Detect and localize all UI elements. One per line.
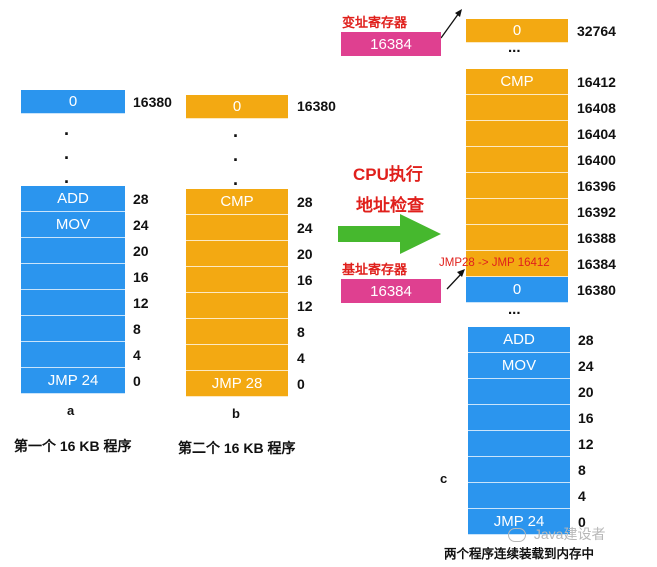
watermark: Java建设者 bbox=[508, 524, 605, 544]
memory-c-upper-address: 16392 bbox=[577, 204, 616, 220]
memory-c-lower-address-label: 28 bbox=[578, 332, 594, 348]
memory-c-lower-memory-cell bbox=[468, 483, 570, 509]
memory-c-upper-address: 16400 bbox=[577, 152, 616, 168]
memory-c-lower-address-label: 12 bbox=[578, 436, 594, 452]
base-register-value: 16384 bbox=[341, 279, 441, 303]
memory-c-upper-cell bbox=[466, 199, 568, 225]
base-arrowhead-icon bbox=[457, 269, 465, 277]
memory-c-upper-address: 16396 bbox=[577, 178, 616, 194]
memory-c-upper-address: 16404 bbox=[577, 126, 616, 142]
base-arrow-icon bbox=[446, 272, 463, 290]
limit-register-value: 16384 bbox=[341, 32, 441, 56]
base-register-label: 基址寄存器 bbox=[342, 262, 408, 277]
memory-c-upper-address: 16388 bbox=[577, 230, 616, 246]
memory-c-upper-cell bbox=[466, 95, 568, 121]
green-arrow-icon bbox=[338, 214, 441, 254]
limit-register-label: 变址寄存器 bbox=[342, 15, 408, 30]
wechat-icon bbox=[508, 528, 526, 543]
memory-c-upper-cell: CMP bbox=[466, 69, 568, 95]
memory-c-upper-cell bbox=[466, 121, 568, 147]
memory-c-lower-memory-cell: MOV bbox=[468, 353, 570, 379]
watermark-text: Java建设者 bbox=[533, 526, 606, 542]
memory-c-upper-address: 16380 bbox=[577, 282, 616, 298]
memory-c-lower-memory-cell bbox=[468, 431, 570, 457]
memory-c-lower-memory-cell bbox=[468, 379, 570, 405]
memory-c-upper-address: 16412 bbox=[577, 74, 616, 90]
memory-c-ellipsis: ... bbox=[508, 39, 521, 56]
memory-c-lower-memory-cell: ADD bbox=[468, 327, 570, 353]
memory-c-lower-memory-cell bbox=[468, 405, 570, 431]
limit-arrowhead-icon bbox=[455, 9, 462, 17]
memory-c-lower-address-label: 16 bbox=[578, 410, 594, 426]
memory-c-upper-address: 16384 bbox=[577, 256, 616, 272]
memory-c-top-address: 32764 bbox=[577, 23, 616, 39]
memory-c-lower-address-label: 8 bbox=[578, 462, 586, 478]
memory-c-upper-address: 16408 bbox=[577, 100, 616, 116]
memory-c-upper-cell: 0 bbox=[466, 277, 568, 303]
memory-c-lower-memory-cell bbox=[468, 457, 570, 483]
jmp-rewrite-note: JMP28 -> JMP 16412 bbox=[439, 257, 550, 269]
memory-c-lower-address-label: 20 bbox=[578, 384, 594, 400]
memory-c-label: c bbox=[440, 471, 448, 486]
memory-c-lower-address-label: 4 bbox=[578, 488, 586, 504]
memory-c-caption: 两个程序连续装载到内存中 bbox=[444, 547, 595, 561]
limit-arrow-icon bbox=[440, 12, 460, 39]
memory-c-upper-cell bbox=[466, 147, 568, 173]
memory-c-upper-cell bbox=[466, 225, 568, 251]
memory-c-mid-ellipsis: ... bbox=[508, 301, 521, 318]
memory-c-lower-address-label: 24 bbox=[578, 358, 594, 374]
memory-c-upper-cell bbox=[466, 173, 568, 199]
